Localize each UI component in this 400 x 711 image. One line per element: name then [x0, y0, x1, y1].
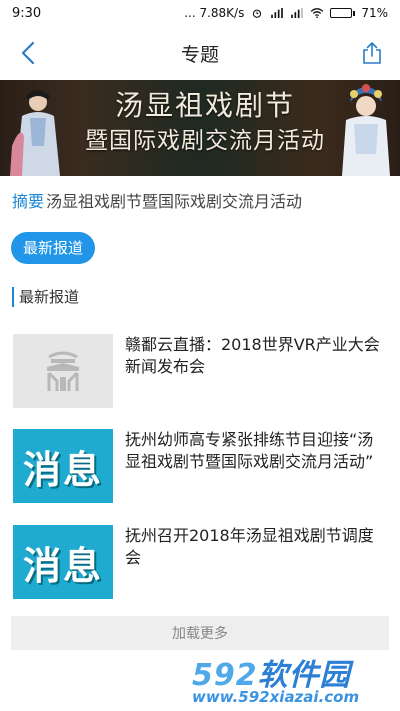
status-bar: 9:30 ... 7.88K/s 71% — [0, 0, 400, 26]
site-watermark: 592软件园 www.592xiazai.com — [192, 650, 394, 708]
banner-title-line2: 暨国际戏剧交流月活动 — [85, 128, 325, 154]
chevron-left-icon — [21, 41, 35, 65]
article-title: 赣鄱云直播：2018世界VR产业大会新闻发布会 — [125, 335, 380, 376]
summary: 摘要 汤显祖戏剧节暨国际戏剧交流月活动 — [12, 188, 302, 212]
watermark-url: www.592xiazai.com — [192, 688, 360, 706]
share-icon — [363, 42, 381, 64]
article-title: 抚州召开2018年汤显祖戏剧节调度会 — [125, 526, 374, 567]
summary-label: 摘要 — [12, 192, 45, 211]
back-button[interactable] — [14, 39, 42, 67]
signal-icon-2 — [291, 8, 304, 18]
share-button[interactable] — [358, 39, 386, 67]
page-title: 专题 — [180, 43, 219, 66]
wifi-icon — [311, 8, 324, 18]
article-item[interactable]: 消息 抚州召开2018年汤显祖戏剧节调度会 — [0, 525, 400, 605]
tab-latest-reports[interactable]: 最新报道 — [11, 232, 96, 264]
topic-banner: 汤显祖戏剧节 暨国际戏剧交流月活动 — [0, 80, 400, 176]
article-item[interactable]: 消息 抚州幼师高专紧张排练节目迎接“汤显祖戏剧节暨国际戏剧交流月活动” — [0, 429, 400, 509]
article-thumbnail: 消息 — [13, 525, 113, 599]
section-header: 最新报道 — [12, 287, 79, 307]
summary-text: 汤显祖戏剧节暨国际戏剧交流月活动 — [46, 192, 303, 211]
network-speed: ... 7.88K/s — [184, 6, 245, 20]
article-thumbnail: 消息 — [13, 429, 113, 503]
battery-percent: 71% — [361, 6, 388, 20]
nav-bar: 专题 — [0, 26, 400, 80]
article-title: 抚州幼师高专紧张排练节目迎接“汤显祖戏剧节暨国际戏剧交流月活动” — [125, 430, 374, 471]
banner-title-line1: 汤显祖戏剧节 — [114, 89, 295, 122]
status-time: 9:30 — [12, 5, 42, 21]
battery-icon — [330, 8, 356, 18]
status-indicators: ... 7.88K/s 71% — [184, 6, 388, 20]
opera-figure-left — [10, 90, 60, 176]
placeholder-logo-icon — [47, 351, 79, 391]
article-item[interactable]: 赣鄱云直播：2018世界VR产业大会新闻发布会 — [0, 334, 400, 414]
opera-figure-right — [342, 84, 390, 176]
signal-icon-1 — [271, 8, 284, 18]
alarm-icon — [253, 9, 262, 18]
article-thumbnail — [13, 334, 113, 408]
thumbnail-text: 消息 — [22, 447, 103, 492]
thumbnail-text: 消息 — [22, 543, 103, 588]
banner-titles: 汤显祖戏剧节 暨国际戏剧交流月活动 — [80, 88, 330, 158]
load-more-button[interactable]: 加载更多 — [11, 616, 389, 650]
